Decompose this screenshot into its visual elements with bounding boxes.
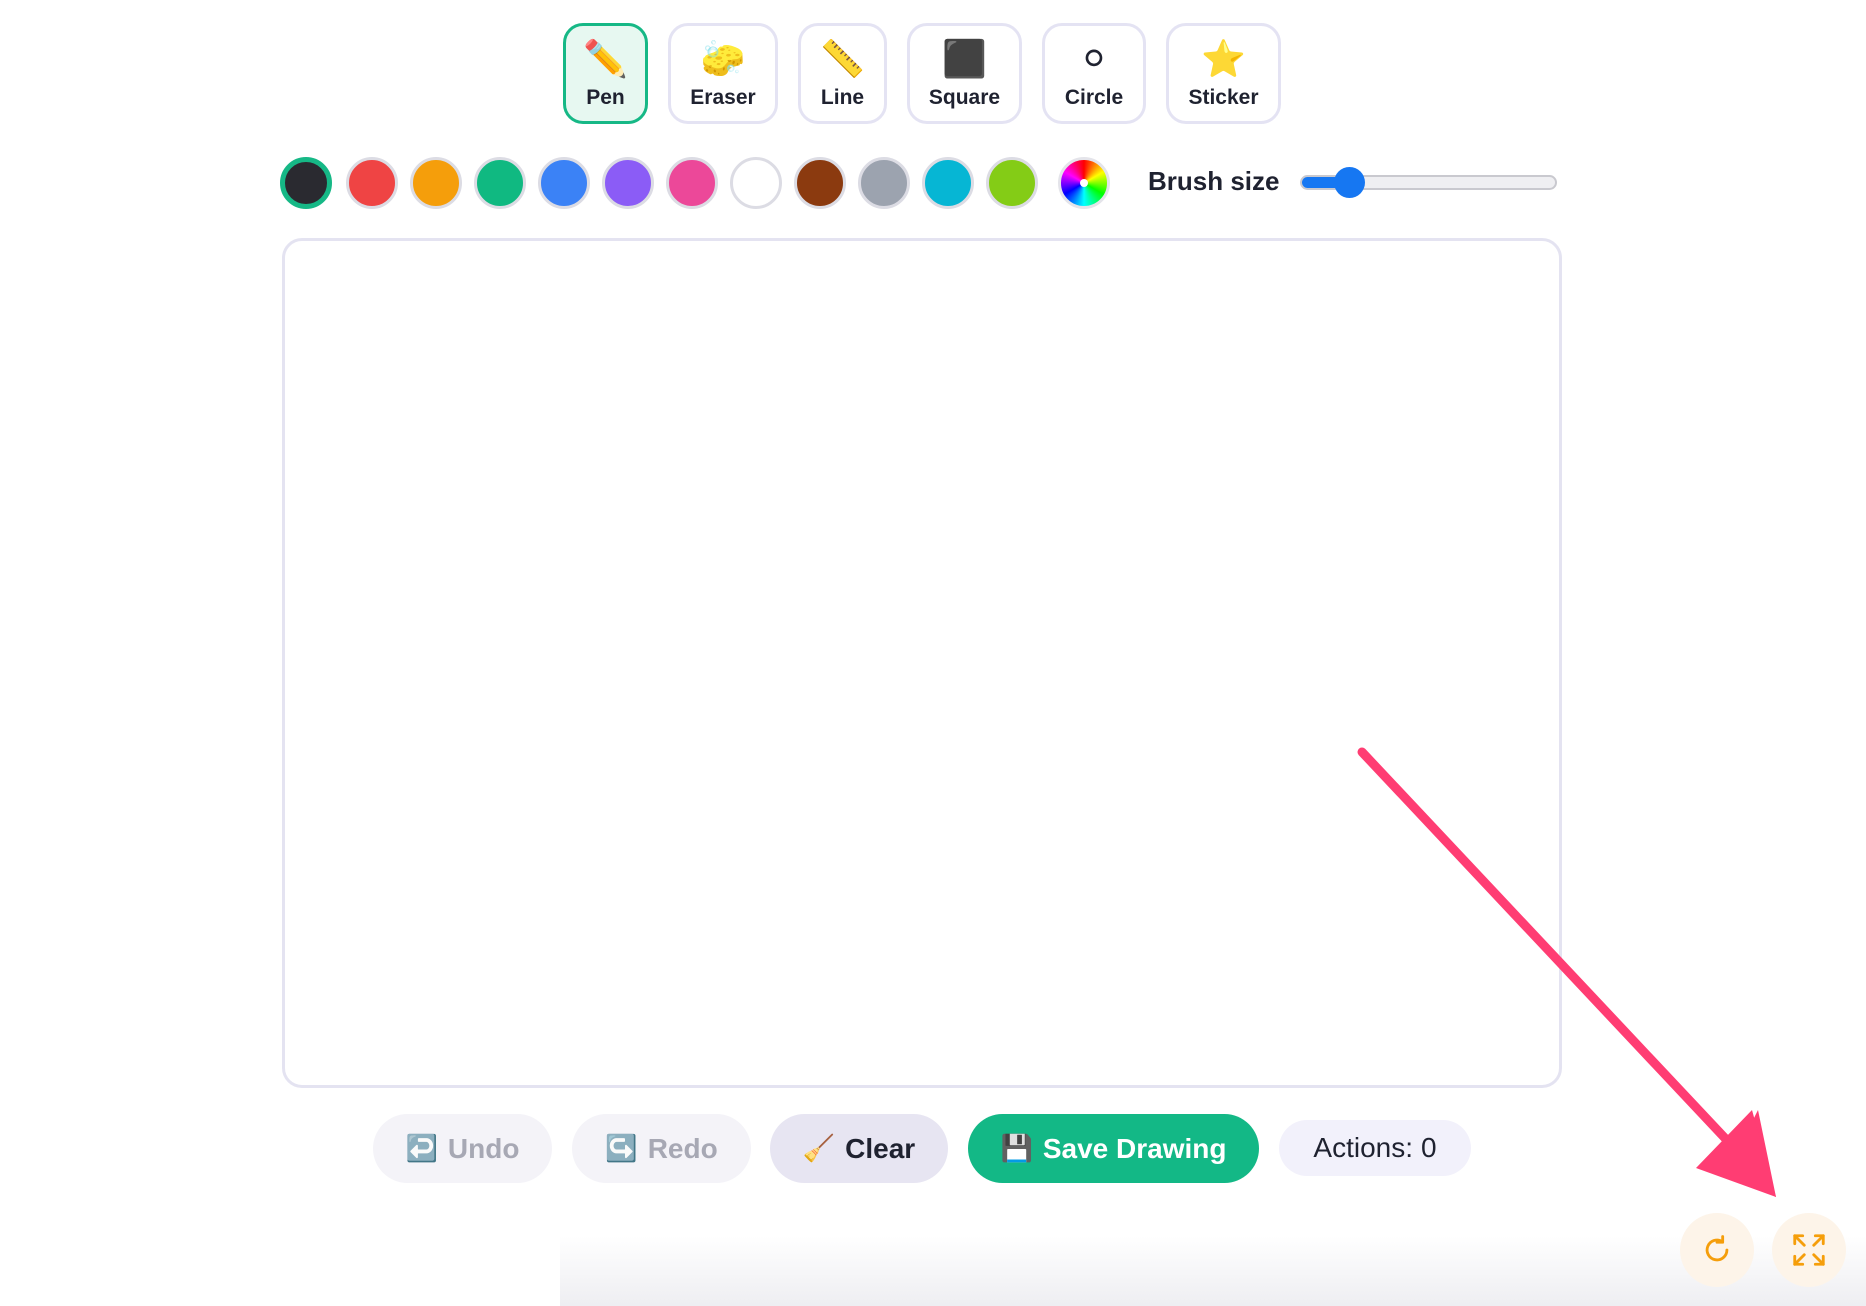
color-swatch-cyan[interactable] — [922, 157, 974, 209]
color-swatch-red[interactable] — [346, 157, 398, 209]
tool-circle[interactable]: ⚪ Circle — [1042, 23, 1146, 124]
clear-button[interactable]: 🧹 Clear — [770, 1114, 948, 1183]
actions-counter-value: 0 — [1421, 1132, 1437, 1163]
tool-eraser[interactable]: 🧽 Eraser — [668, 23, 778, 124]
drawing-canvas[interactable] — [282, 238, 1562, 1088]
undo-label: Undo — [447, 1132, 520, 1164]
color-swatch-gray[interactable] — [858, 157, 910, 209]
floppy-disk-icon: 💾 — [1000, 1133, 1033, 1163]
tool-label: Sticker — [1188, 85, 1259, 109]
redo-arrow-icon: ↪️ — [605, 1133, 638, 1163]
actions-counter: Actions: 0 — [1279, 1120, 1471, 1176]
refresh-button[interactable] — [1680, 1213, 1754, 1287]
color-swatch-lime[interactable] — [986, 157, 1038, 209]
brush-size-slider-thumb[interactable] — [1333, 167, 1365, 198]
tool-label: Pen — [586, 85, 625, 109]
ruler-icon: 📏 — [820, 37, 865, 79]
color-swatch-white[interactable] — [730, 157, 782, 209]
tool-label: Line — [820, 85, 865, 109]
tool-sticker[interactable]: ⭐ Sticker — [1166, 23, 1281, 124]
pencil-icon: ✏️ — [583, 37, 628, 79]
tool-label: Eraser — [690, 85, 756, 109]
tool-pen[interactable]: ✏️ Pen — [563, 23, 648, 124]
black-square-icon: ⬛ — [942, 37, 987, 79]
tool-line[interactable]: 📏 Line — [798, 23, 887, 124]
color-swatch-purple[interactable] — [602, 157, 654, 209]
color-swatch-pink[interactable] — [666, 157, 718, 209]
tool-square[interactable]: ⬛ Square — [907, 23, 1022, 124]
broom-icon: 🧹 — [802, 1133, 836, 1163]
save-drawing-button[interactable]: 💾 Save Drawing — [968, 1114, 1259, 1183]
color-swatch-blue[interactable] — [538, 157, 590, 209]
tool-label: Square — [928, 85, 1001, 109]
redo-label: Redo — [647, 1132, 718, 1164]
color-swatch-brown[interactable] — [794, 157, 846, 209]
fullscreen-button[interactable] — [1772, 1213, 1846, 1287]
rainbow-color-wheel-icon[interactable] — [1058, 157, 1110, 209]
brush-size-label: Brush size — [1148, 166, 1280, 196]
star-icon: ⭐ — [1201, 37, 1246, 79]
bottom-shadow — [560, 1236, 1866, 1306]
save-drawing-label: Save Drawing — [1042, 1132, 1227, 1164]
undo-arrow-icon: ↩️ — [405, 1133, 438, 1163]
tool-label: Circle — [1064, 85, 1124, 109]
sponge-icon: 🧽 — [700, 37, 746, 79]
undo-button[interactable]: ↩️ Undo — [373, 1114, 552, 1183]
color-swatch-orange[interactable] — [410, 157, 462, 209]
actions-counter-label: Actions: — [1313, 1132, 1414, 1163]
refresh-icon — [1705, 1235, 1729, 1262]
clear-label: Clear — [845, 1132, 916, 1164]
redo-button[interactable]: ↪️ Redo — [572, 1114, 751, 1183]
white-circle-icon: ⚪ — [1078, 37, 1110, 79]
tool-toolbar: ✏️ Pen 🧽 Eraser 📏 Line ⬛ Square ⚪ Circle… — [0, 23, 1866, 130]
color-swatch-black[interactable] — [280, 157, 332, 209]
color-swatch-green[interactable] — [474, 157, 526, 209]
fullscreen-expand-icon — [1793, 1234, 1825, 1266]
